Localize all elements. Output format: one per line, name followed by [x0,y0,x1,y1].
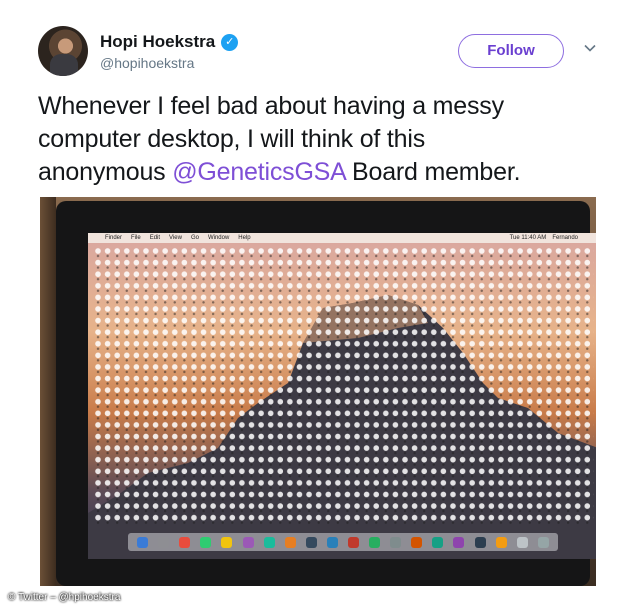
display-name[interactable]: Hopi Hoekstra [100,32,215,52]
tweet-photo[interactable]: Finder File Edit View Go Window Help Tue… [40,197,596,586]
dock-app-icon [242,536,254,548]
desk-edge [40,197,56,586]
dock-app-icon [326,536,338,548]
menu-item-help: Help [238,235,251,241]
dock-app-icon [137,536,149,548]
tweet-header: Hopi Hoekstra ✓ @hopihoekstra Follow [38,26,608,78]
dock-app-icon [537,536,549,548]
photo-credit: © Twitter – @hpihoekstra [8,592,121,603]
dock-app-icon [432,536,444,548]
dock-app-icon [347,536,359,548]
name-row: Hopi Hoekstra ✓ [100,32,239,52]
tweet-line-3: anonymous @GeneticsGSA Board member. [38,156,608,189]
menu-item-go: Go [190,235,199,241]
chevron-down-icon[interactable] [584,42,596,54]
menu-bar-status: Tue 11:40 AM Fernando [510,233,578,243]
dock-app-icon [495,536,507,548]
dock-app-icon [263,536,275,548]
tweet-line-2: computer desktop, I will think of this [38,125,426,153]
menu-item-view: View [169,235,182,241]
dock-app-icon [516,536,528,548]
tweet-line-3-prefix: anonymous [38,158,173,186]
mention-link[interactable]: @GeneticsGSA [172,158,345,186]
dock-app-icon [453,536,465,548]
user-handle[interactable]: @hopihoekstra [100,55,194,71]
menu-item-window: Window [207,235,230,241]
dock-app-icon [411,536,423,548]
laptop-bezel: Finder File Edit View Go Window Help Tue… [56,201,596,586]
menu-item-file: File [131,235,141,241]
dock-app-icon [369,536,381,548]
avatar[interactable] [38,26,88,76]
dock-app-icon [200,536,212,548]
menu-clock: Tue 11:40 AM [509,235,547,241]
dock-app-icon [305,536,317,548]
dock-app-icon [474,536,486,548]
dock-app-icon [158,536,170,548]
tweet-line-3-suffix: Board member. [345,158,521,186]
tweet-text: Whenever I feel bad about having a messy… [38,90,608,189]
tweet-card: Hopi Hoekstra ✓ @hopihoekstra Follow Whe… [0,0,634,608]
dock-app-icon [221,536,233,548]
dock-app-icon [179,536,191,548]
dock-app-icon [390,536,402,548]
verified-badge-icon: ✓ [221,33,239,51]
menu-item-finder: Finder [105,235,123,241]
laptop-screen: Finder File Edit View Go Window Help Tue… [88,233,596,559]
tweet-line-1: Whenever I feel bad about having a messy [38,92,504,120]
mac-dock [128,533,558,551]
dock-app-icon [284,536,296,548]
follow-button[interactable]: Follow [458,34,564,68]
desktop-icon-grid[interactable] [94,247,594,525]
menu-item-edit: Edit [149,235,161,241]
mac-menu-bar: Finder File Edit View Go Window Help Tue… [88,233,596,243]
menu-user: Fernando [552,235,578,241]
